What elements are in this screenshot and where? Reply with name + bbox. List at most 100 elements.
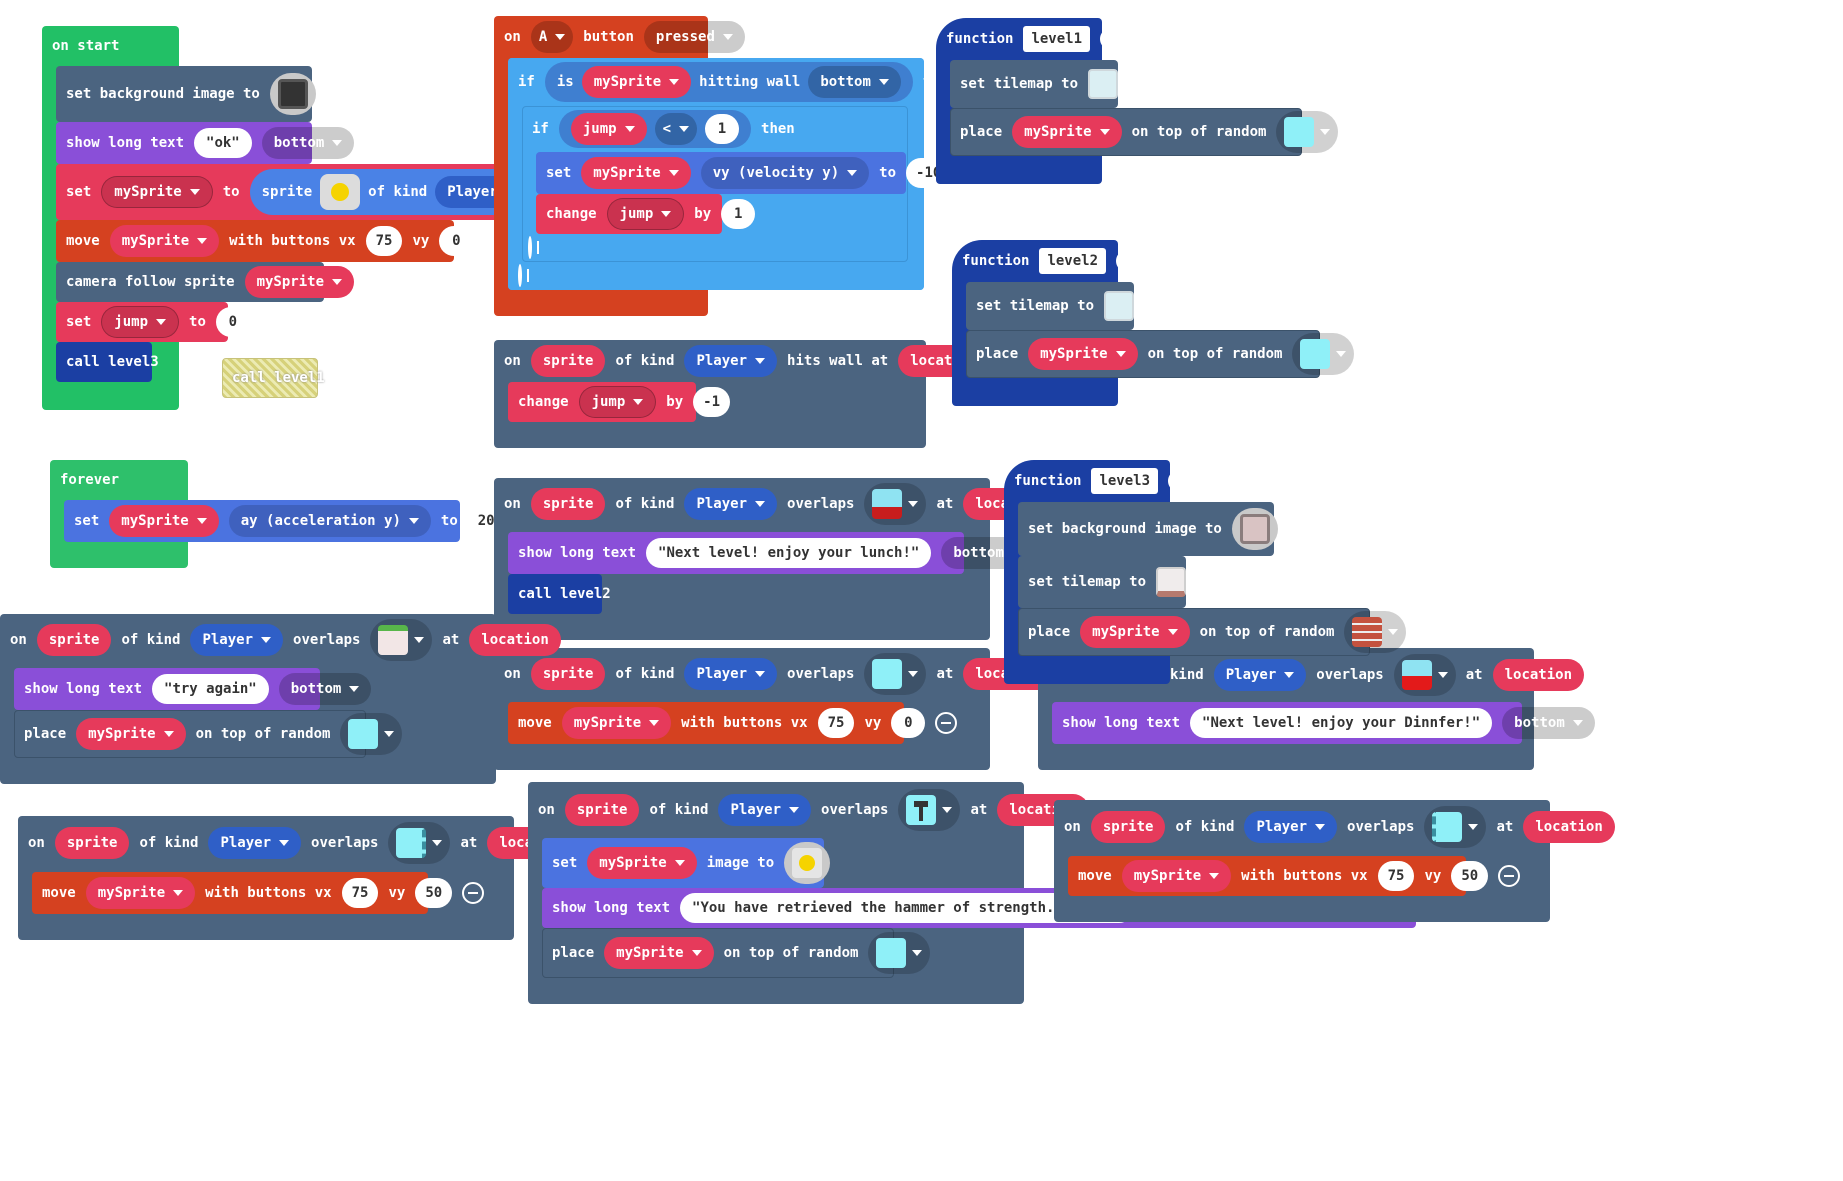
operator-dropdown[interactable]: < xyxy=(654,113,698,145)
function-name-input[interactable]: level1 xyxy=(1023,26,1091,52)
location-param[interactable]: location xyxy=(1523,811,1615,843)
compare-input[interactable]: 1 xyxy=(705,114,740,144)
var-dropdown[interactable]: mySprite xyxy=(587,847,697,879)
by-label: by xyxy=(666,394,684,410)
tile-picker[interactable] xyxy=(1424,806,1487,848)
var-dropdown[interactable]: mySprite xyxy=(604,937,714,969)
then-label: then xyxy=(761,121,795,137)
event-dropdown[interactable]: pressed xyxy=(643,21,745,53)
vy-input[interactable]: 50 xyxy=(415,878,453,908)
add-else-icon[interactable] xyxy=(528,236,532,259)
var-dropdown[interactable]: mySprite xyxy=(101,176,213,208)
remove-icon[interactable] xyxy=(1498,865,1521,887)
add-else-icon[interactable] xyxy=(518,264,522,287)
var-dropdown[interactable]: mySprite xyxy=(1028,338,1138,370)
vy-input[interactable]: 50 xyxy=(1451,861,1489,891)
var-dropdown[interactable]: mySprite xyxy=(1080,616,1190,648)
hitting-wall-condition[interactable]: is mySprite hitting wall bottom xyxy=(544,62,913,102)
by-input[interactable]: 1 xyxy=(721,199,756,229)
remove-icon[interactable] xyxy=(935,712,958,734)
bg-image-picker[interactable] xyxy=(1231,508,1278,550)
move-row: move mySprite with buttons vx 75 vy 0 xyxy=(56,220,515,262)
sprite-param[interactable]: sprite xyxy=(530,345,606,377)
sprite-param[interactable]: sprite xyxy=(1090,811,1166,843)
wall-dropdown[interactable]: bottom xyxy=(808,66,901,98)
chevron-down-icon xyxy=(1468,824,1479,830)
kind-dropdown[interactable]: Player xyxy=(718,794,812,826)
kind-dropdown[interactable]: Player xyxy=(684,488,778,520)
sprite-param[interactable]: sprite xyxy=(54,827,130,859)
var-dropdown[interactable]: mySprite xyxy=(109,505,219,537)
tile-picker[interactable] xyxy=(868,932,931,974)
by-input[interactable]: -1 xyxy=(693,387,731,417)
bg-image-picker[interactable] xyxy=(269,73,316,115)
tile-picker[interactable] xyxy=(1276,111,1339,153)
jump-dropdown[interactable]: jump xyxy=(101,306,180,338)
kind-dropdown[interactable]: Player xyxy=(1244,811,1338,843)
jump-value-input[interactable]: 0 xyxy=(215,307,250,337)
var-dropdown[interactable]: mySprite xyxy=(85,877,196,909)
var-dropdown[interactable]: mySprite xyxy=(109,225,220,257)
jump-dropdown[interactable]: jump xyxy=(606,198,685,230)
jump-dropdown[interactable]: jump xyxy=(570,113,647,145)
text-input[interactable]: "ok" xyxy=(194,128,252,158)
tilemap-thumb[interactable] xyxy=(1088,69,1119,99)
button-dropdown[interactable]: A xyxy=(530,21,574,53)
position-dropdown[interactable]: bottom xyxy=(278,673,372,705)
kind-dropdown[interactable]: Player xyxy=(208,827,302,859)
to-label: to xyxy=(189,314,206,330)
position-dropdown[interactable]: bottom xyxy=(1502,707,1595,739)
jump-dropdown[interactable]: jump xyxy=(578,386,657,418)
text-input[interactable]: "try again" xyxy=(152,674,269,704)
var-dropdown[interactable]: mySprite xyxy=(581,66,692,98)
kind-dropdown[interactable]: Player xyxy=(1213,659,1307,691)
tile-picker[interactable] xyxy=(1344,611,1407,653)
text-input[interactable]: "Next level! enjoy your lunch!" xyxy=(646,538,932,568)
prop-dropdown[interactable]: ay (acceleration y) xyxy=(228,505,431,537)
kind-dropdown[interactable]: Player xyxy=(684,658,778,690)
vx-input[interactable]: 75 xyxy=(1377,861,1415,891)
sprite-param[interactable]: sprite xyxy=(36,624,112,656)
location-param[interactable]: location xyxy=(1492,659,1585,691)
var-dropdown[interactable]: mySprite xyxy=(76,718,186,750)
function-name-input[interactable]: level2 xyxy=(1039,248,1107,274)
vx-input[interactable]: 75 xyxy=(341,878,379,908)
vy-input[interactable]: 0 xyxy=(891,708,926,738)
sprite-param-label: sprite xyxy=(542,353,594,369)
sprite-param[interactable]: sprite xyxy=(564,794,640,826)
tile-picker[interactable] xyxy=(1393,654,1456,696)
remove-icon[interactable] xyxy=(462,882,485,904)
position-dropdown[interactable]: bottom xyxy=(261,127,355,159)
kind-dropdown[interactable]: Player xyxy=(684,345,778,377)
tile-picker[interactable] xyxy=(370,619,433,661)
kind-dropdown[interactable]: Player xyxy=(190,624,284,656)
var-dropdown[interactable]: mySprite xyxy=(561,707,672,739)
overlap-right-hat: on sprite of kind Player overlaps at loc… xyxy=(1054,800,1625,854)
tile-picker[interactable] xyxy=(340,713,403,755)
tile-picker[interactable] xyxy=(1292,333,1355,375)
location-param[interactable]: location xyxy=(469,624,561,656)
vx-input[interactable]: 75 xyxy=(365,226,403,256)
image-picker[interactable] xyxy=(784,842,831,884)
duck-icon[interactable] xyxy=(320,174,361,210)
var-dropdown[interactable]: mySprite xyxy=(1012,116,1122,148)
text-input[interactable]: "Next level! enjoy your Dinnfer!" xyxy=(1190,708,1493,738)
var-dropdown[interactable]: mySprite xyxy=(244,266,355,298)
var-dropdown[interactable]: mySprite xyxy=(1121,860,1232,892)
tile-picker[interactable] xyxy=(388,822,451,864)
tile-picker[interactable] xyxy=(864,653,927,695)
collapse-icon[interactable] xyxy=(1168,470,1191,492)
function-name-input[interactable]: level3 xyxy=(1091,468,1159,494)
compare-condition[interactable]: jump < 1 xyxy=(558,110,752,148)
tilemap-thumb[interactable] xyxy=(1104,291,1135,321)
tilemap-thumb[interactable] xyxy=(1156,567,1187,597)
tile-picker[interactable] xyxy=(898,789,961,831)
collapse-icon[interactable] xyxy=(1100,28,1123,50)
var-dropdown[interactable]: mySprite xyxy=(581,157,691,189)
vx-input[interactable]: 75 xyxy=(817,708,855,738)
prop-dropdown[interactable]: vy (velocity y) xyxy=(700,157,870,189)
vy-input[interactable]: 0 xyxy=(439,226,474,256)
collapse-icon[interactable] xyxy=(1116,250,1139,272)
tile-picker[interactable] xyxy=(864,483,927,525)
sprite-param[interactable]: sprite xyxy=(530,488,606,520)
